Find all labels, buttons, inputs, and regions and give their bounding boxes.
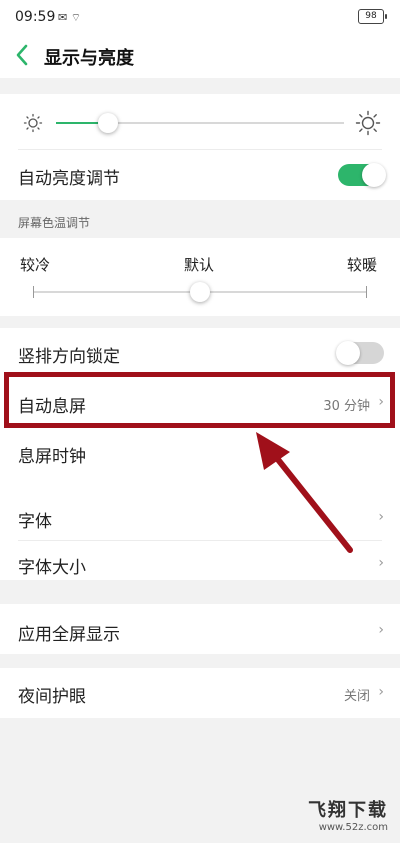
watermark: 飞翔下载 www.52z.com [308, 796, 388, 833]
watermark-url: www.52z.com [318, 822, 388, 833]
watermark-title: 飞翔下载 [308, 800, 388, 821]
annotation-arrow-icon [256, 432, 353, 553]
